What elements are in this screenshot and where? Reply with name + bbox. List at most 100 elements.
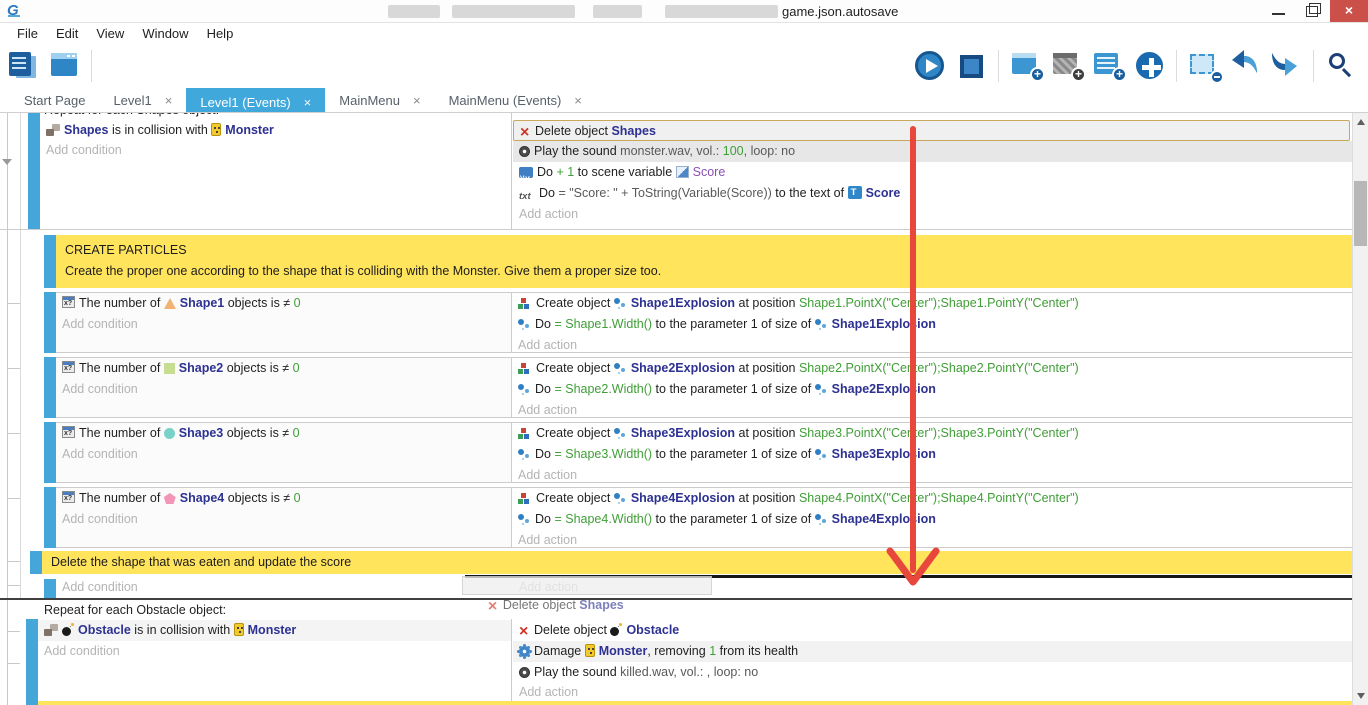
- menu-view[interactable]: View: [87, 26, 133, 41]
- scroll-down-icon[interactable]: [1357, 693, 1365, 699]
- add-object-icon[interactable]: [1132, 48, 1166, 84]
- action-row[interactable]: Create object Shape4Explosion at positio…: [512, 488, 1368, 509]
- minimize-button[interactable]: [1263, 0, 1295, 22]
- close-icon[interactable]: ×: [304, 95, 312, 110]
- text: from its health: [716, 644, 798, 658]
- add-action[interactable]: Add action: [513, 683, 1352, 701]
- delete-icon: [519, 622, 530, 641]
- tab-level1[interactable]: Level1 ×: [99, 88, 186, 112]
- value-text: 0: [294, 296, 301, 310]
- object-ref: Monster: [225, 123, 274, 137]
- add-action[interactable]: Add action: [512, 530, 1368, 551]
- add-condition[interactable]: Add condition: [56, 444, 511, 465]
- add-condition[interactable]: Add condition: [56, 379, 511, 400]
- menubar: File Edit View Window Help: [0, 23, 1368, 43]
- add-action[interactable]: Add action: [512, 400, 1368, 421]
- tab-label: MainMenu: [339, 93, 400, 108]
- tab-mainmenu[interactable]: MainMenu ×: [325, 88, 434, 112]
- create-object-icon: [518, 427, 532, 439]
- debug-icon[interactable]: [954, 48, 988, 84]
- action-row-selected[interactable]: Delete object Shapes: [513, 120, 1350, 141]
- play-icon[interactable]: [913, 48, 947, 84]
- add-action[interactable]: Add action: [512, 465, 1368, 486]
- action-row[interactable]: Create object Shape3Explosion at positio…: [512, 423, 1368, 444]
- add-action[interactable]: Add action: [513, 204, 1352, 225]
- scroll-up-icon[interactable]: [1357, 119, 1365, 125]
- variable-icon: [519, 167, 533, 178]
- action-row[interactable]: Damage Monster, removing 1 from its heal…: [513, 641, 1352, 662]
- scene-window-icon[interactable]: [47, 48, 81, 84]
- action-row[interactable]: Play the sound killed.wav, vol.: , loop:…: [513, 662, 1352, 683]
- undo-icon[interactable]: [1228, 48, 1262, 84]
- add-condition[interactable]: Add condition: [56, 314, 511, 335]
- text: to the parameter 1 of size of: [652, 317, 815, 331]
- action-row[interactable]: Do = "Score: " + ToString(Variable(Score…: [513, 183, 1352, 204]
- event-header-repeat-obstacle[interactable]: Repeat for each Obstacle object:: [38, 601, 538, 619]
- menu-file[interactable]: File: [8, 26, 47, 41]
- text: Delete object: [535, 124, 611, 138]
- add-condition[interactable]: Add condition: [40, 140, 511, 161]
- tab-mainmenu-events[interactable]: MainMenu (Events)×: [435, 88, 596, 112]
- text: objects is ≠: [223, 426, 292, 440]
- close-button[interactable]: ×: [1330, 0, 1368, 22]
- add-scene-icon[interactable]: +: [1009, 48, 1043, 84]
- text: objects is ≠: [223, 361, 292, 375]
- bomb-icon: [62, 623, 74, 636]
- parameter-text: = "Score: " + ToString(Variable(Score)): [558, 186, 771, 200]
- condition-row[interactable]: The number of Shape2 objects is ≠ 0: [56, 358, 511, 379]
- action-row[interactable]: Play the sound monster.wav, vol.: 100, l…: [513, 141, 1352, 162]
- variable-ref: Score: [693, 165, 726, 179]
- text: Play the sound: [534, 144, 620, 158]
- add-external-events-icon[interactable]: +: [1091, 48, 1125, 84]
- redo-icon[interactable]: [1269, 48, 1303, 84]
- event-header-repeat-shapes[interactable]: Repeat for each Shapes object:: [38, 112, 538, 119]
- search-icon[interactable]: [1324, 48, 1358, 84]
- close-icon[interactable]: ×: [574, 93, 582, 108]
- condition-row[interactable]: Shapes is in collision with Monster: [40, 120, 511, 141]
- menu-edit[interactable]: Edit: [47, 26, 87, 41]
- text: Do: [535, 512, 554, 526]
- action-row[interactable]: Do = Shape3.Width() to the parameter 1 o…: [512, 444, 1368, 465]
- restore-button[interactable]: [1296, 0, 1328, 22]
- condition-row[interactable]: The number of Shape3 objects is ≠ 0: [56, 423, 511, 444]
- add-external-layout-icon[interactable]: +: [1050, 48, 1084, 84]
- vertical-scrollbar[interactable]: [1352, 113, 1368, 705]
- action-row[interactable]: Create object Shape1Explosion at positio…: [512, 293, 1368, 314]
- menu-help[interactable]: Help: [198, 26, 243, 41]
- condition-row[interactable]: The number of Shape4 objects is ≠ 0: [56, 488, 511, 509]
- add-condition[interactable]: Add condition: [56, 509, 511, 530]
- add-condition[interactable]: Add condition: [56, 578, 456, 597]
- tab-start-page[interactable]: Start Page: [10, 88, 99, 112]
- add-condition[interactable]: Add condition: [38, 641, 511, 662]
- condition-row[interactable]: The number of Shape1 objects is ≠ 0: [56, 293, 511, 314]
- action-row[interactable]: Do + 1 to scene variable Score: [513, 162, 1352, 183]
- action-row[interactable]: Create object Shape2Explosion at positio…: [512, 358, 1368, 379]
- text: at position: [735, 361, 799, 375]
- action-row[interactable]: Delete object Obstacle: [513, 620, 1352, 641]
- menu-window[interactable]: Window: [133, 26, 197, 41]
- add-action[interactable]: Add action: [512, 335, 1368, 356]
- deselect-icon[interactable]: [1187, 48, 1221, 84]
- monster-icon: [211, 123, 221, 136]
- text: at position: [735, 296, 799, 310]
- tree-connector: [7, 303, 20, 304]
- project-manager-icon[interactable]: [6, 48, 40, 84]
- comment-clipped-bottom[interactable]: [38, 701, 1352, 705]
- text: to the parameter 1 of size of: [652, 447, 815, 461]
- action-row[interactable]: Do = Shape1.Width() to the parameter 1 o…: [512, 314, 1368, 335]
- event-nesting-bar: [44, 422, 56, 483]
- scrollbar-thumb[interactable]: [1354, 181, 1367, 246]
- tree-expander-icon[interactable]: [2, 159, 12, 165]
- comment-create-particles[interactable]: CREATE PARTICLES Create the proper one a…: [56, 235, 1352, 288]
- action-row[interactable]: Do = Shape4.Width() to the parameter 1 o…: [512, 509, 1368, 530]
- tab-label: Level1: [113, 93, 151, 108]
- comment-delete-shape[interactable]: Delete the shape that was eaten and upda…: [42, 551, 1352, 574]
- expression: Shape4.PointX("Center");Shape4.PointY("C…: [799, 491, 1079, 505]
- close-icon[interactable]: ×: [165, 93, 173, 108]
- particles-icon: [815, 318, 828, 330]
- condition-row[interactable]: Obstacle is in collision with Monster: [38, 620, 511, 641]
- tree-gutter-line: [7, 113, 8, 705]
- close-icon[interactable]: ×: [413, 93, 421, 108]
- text-tool-icon: [519, 185, 535, 204]
- action-row[interactable]: Do = Shape2.Width() to the parameter 1 o…: [512, 379, 1368, 400]
